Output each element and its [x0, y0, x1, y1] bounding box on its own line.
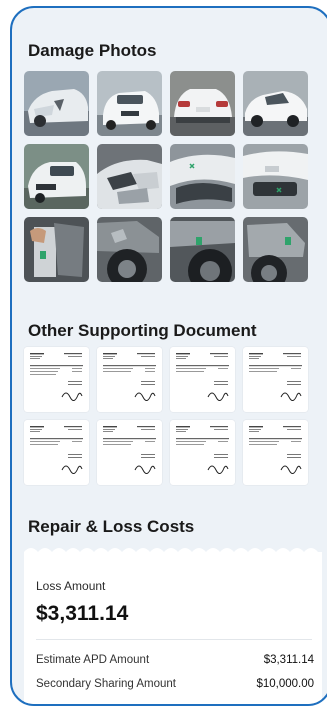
- secondary-sharing-amount-label: Secondary Sharing Amount: [36, 678, 177, 690]
- invoice-document-thumbnail[interactable]: [24, 420, 89, 485]
- car-front-left-photo[interactable]: [24, 144, 89, 209]
- loss-amount-value: $3,311.14: [36, 602, 129, 625]
- supporting-documents-grid: [24, 347, 308, 485]
- damage-photos-title: Damage Photos: [28, 41, 157, 60]
- car-grille-closeup-photo[interactable]: [243, 144, 308, 209]
- car-front-white-photo[interactable]: [97, 71, 162, 136]
- car-front-damage-photo[interactable]: [24, 71, 89, 136]
- estimate-apd-amount-label: Estimate APD Amount: [36, 654, 150, 666]
- supporting-documents-title: Other Supporting Document: [28, 321, 257, 340]
- repair-loss-costs-title: Repair & Loss Costs: [28, 517, 195, 536]
- invoice-document-thumbnail[interactable]: [170, 420, 235, 485]
- car-bumper-closeup-photo[interactable]: [170, 144, 235, 209]
- damage-photos-grid: [24, 71, 308, 282]
- divider: [36, 639, 312, 640]
- invoice-document-thumbnail[interactable]: [97, 420, 162, 485]
- phone-frame: Damage Photos Other Supporting Document …: [10, 6, 327, 706]
- invoice-document-thumbnail[interactable]: [243, 347, 308, 412]
- estimate-apd-amount-value: $3,311.14: [263, 654, 314, 666]
- invoice-document-thumbnail[interactable]: [97, 347, 162, 412]
- tire-suspension-photo[interactable]: [170, 217, 235, 282]
- wheel-well-photo[interactable]: [97, 217, 162, 282]
- invoice-document-thumbnail[interactable]: [243, 420, 308, 485]
- fender-frame-photo[interactable]: [243, 217, 308, 282]
- invoice-document-thumbnail[interactable]: [24, 347, 89, 412]
- car-rear-white-photo[interactable]: [170, 71, 235, 136]
- car-side-white-photo[interactable]: [243, 71, 308, 136]
- loss-amount-label: Loss Amount: [36, 579, 106, 593]
- invoice-document-thumbnail[interactable]: [170, 347, 235, 412]
- car-headlight-damage-photo[interactable]: [97, 144, 162, 209]
- engine-bay-photo[interactable]: [24, 217, 89, 282]
- secondary-sharing-amount-value: $10,000.00: [256, 678, 314, 690]
